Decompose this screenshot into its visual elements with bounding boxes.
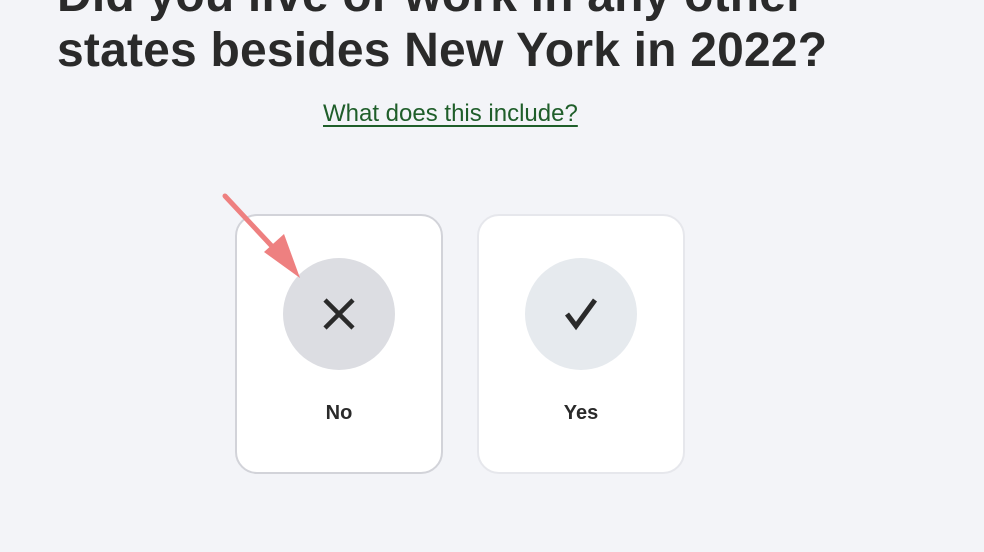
- option-yes-label: Yes: [563, 402, 599, 424]
- check-icon: [565, 298, 598, 331]
- option-yes-button[interactable]: Yes: [477, 214, 685, 474]
- option-no-label: No: [325, 402, 353, 424]
- question-title-line-2: states besides New York in 2022?: [57, 24, 828, 78]
- question-title: Did you live or work in any other states…: [57, 0, 957, 78]
- page: Did you live or work in any other states…: [0, 0, 984, 552]
- option-yes-circle: [525, 258, 637, 370]
- option-no-circle: [283, 258, 395, 370]
- question-title-line-1: Did you live or work in any other: [57, 0, 957, 23]
- x-icon: [323, 298, 355, 330]
- option-no-button[interactable]: No: [235, 214, 443, 474]
- what-does-this-include-link[interactable]: What does this include?: [323, 100, 578, 128]
